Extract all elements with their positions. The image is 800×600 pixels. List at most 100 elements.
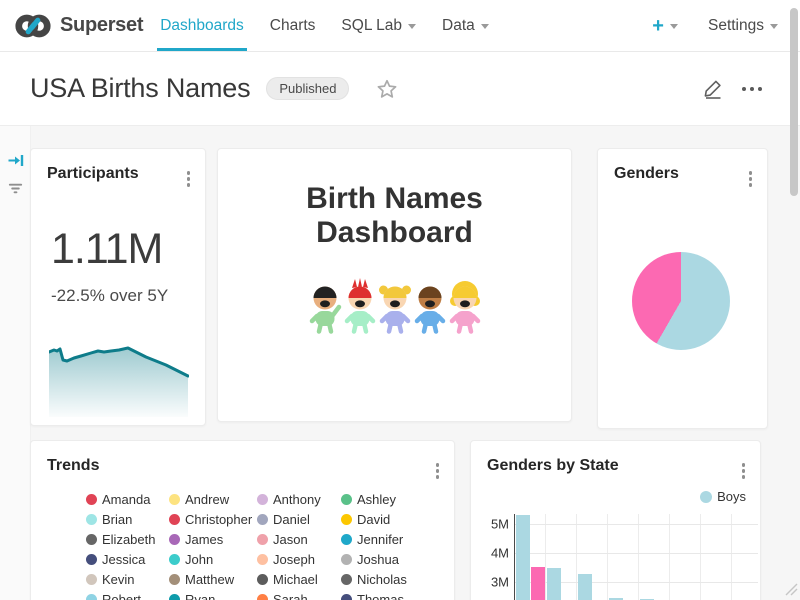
resize-handle-icon[interactable] [785, 583, 798, 596]
chevron-down-icon [408, 24, 416, 29]
chart-title: Trends [47, 457, 99, 475]
gridline [638, 514, 639, 600]
legend-item-thomas[interactable]: Thomas [341, 589, 407, 600]
legend-item-jennifer[interactable]: Jennifer [341, 529, 407, 549]
kebab-menu-icon[interactable] [434, 461, 442, 481]
nav-item-data[interactable]: Data [429, 0, 502, 51]
expand-filter-bar-icon[interactable] [7, 152, 24, 169]
kebab-menu-icon[interactable] [185, 169, 193, 189]
legend-item-joseph[interactable]: Joseph [257, 549, 341, 569]
bar-boys[interactable] [547, 568, 561, 600]
top-navbar: Superset DashboardsChartsSQL LabData + S… [0, 0, 800, 52]
legend-label: Christopher [185, 512, 252, 527]
legend-dot [169, 574, 180, 585]
legend-item-daniel[interactable]: Daniel [257, 509, 341, 529]
legend-label: Kevin [102, 572, 135, 587]
legend-dot [86, 494, 97, 505]
legend-item-david[interactable]: David [341, 509, 407, 529]
new-item-menu[interactable]: + [652, 16, 678, 36]
legend-label: James [185, 532, 223, 547]
legend-item-elizabeth[interactable]: Elizabeth [86, 529, 169, 549]
legend-item-andrew[interactable]: Andrew [169, 489, 257, 509]
legend-item-matthew[interactable]: Matthew [169, 569, 257, 589]
chevron-down-icon [770, 24, 778, 29]
superset-logo[interactable]: Superset [14, 0, 143, 51]
chart-title: Genders [614, 165, 679, 183]
kid-figure [379, 286, 411, 332]
published-badge[interactable]: Published [266, 77, 349, 100]
legend-dot [257, 554, 268, 565]
legend-item-john[interactable]: John [169, 549, 257, 569]
legend-label: Jessica [102, 552, 145, 567]
scrollbar-thumb[interactable] [790, 8, 798, 196]
legend-label: Brian [102, 512, 132, 527]
chevron-down-icon [670, 24, 678, 29]
legend-item-brian[interactable]: Brian [86, 509, 169, 529]
main-nav: DashboardsChartsSQL LabData [147, 0, 502, 51]
legend-dot [257, 534, 268, 545]
bar-girls[interactable] [531, 567, 545, 600]
legend-label: Joseph [273, 552, 315, 567]
kids-illustration [218, 278, 571, 335]
legend-dot [341, 514, 352, 525]
legend-label: David [357, 512, 390, 527]
plus-icon: + [652, 16, 664, 36]
y-axis-line [514, 514, 515, 600]
favorite-star-icon[interactable] [377, 79, 397, 99]
legend-dot [257, 494, 268, 505]
kid-figure [347, 278, 373, 332]
legend-item-sarah[interactable]: Sarah [257, 589, 341, 600]
legend-label: Ashley [357, 492, 396, 507]
filter-icon[interactable] [7, 180, 24, 197]
legend-label: Matthew [185, 572, 234, 587]
more-actions-icon[interactable] [742, 87, 762, 91]
y-axis-tick: 3M [473, 575, 509, 590]
bar-boys[interactable] [516, 515, 530, 600]
big-number-delta: -22.5% over 5Y [51, 286, 168, 306]
edit-icon[interactable] [703, 78, 724, 99]
kid-figure [312, 287, 339, 332]
legend-dot [257, 574, 268, 585]
legend-item-james[interactable]: James [169, 529, 257, 549]
gridline [669, 514, 670, 600]
legend-item-robert[interactable]: Robert [86, 589, 169, 600]
nav-item-dashboards[interactable]: Dashboards [147, 0, 257, 51]
big-number-value: 1.11M [51, 225, 162, 274]
genders-pie-chart[interactable] [632, 252, 730, 350]
legend-dot [341, 554, 352, 565]
superset-dashboard-page: Superset DashboardsChartsSQL LabData + S… [0, 0, 800, 600]
nav-item-sql-lab[interactable]: SQL Lab [328, 0, 429, 51]
legend-item-michael[interactable]: Michael [257, 569, 341, 589]
legend-item-jessica[interactable]: Jessica [86, 549, 169, 569]
kid-figure [450, 281, 480, 332]
genders-card: Genders [597, 148, 768, 429]
chart-title: Participants [47, 165, 139, 183]
legend-item-ashley[interactable]: Ashley [341, 489, 407, 509]
legend-item-kevin[interactable]: Kevin [86, 569, 169, 589]
legend-item-nicholas[interactable]: Nicholas [341, 569, 407, 589]
bar-boys[interactable] [578, 574, 592, 600]
legend-item-ryan[interactable]: Ryan [169, 589, 257, 600]
legend-item-christopher[interactable]: Christopher [169, 509, 257, 529]
legend-item-jason[interactable]: Jason [257, 529, 341, 549]
bar-chart-plot[interactable]: 5M4M3M [471, 441, 760, 600]
legend-dot [341, 574, 352, 585]
legend-dot [169, 554, 180, 565]
kebab-menu-icon[interactable] [747, 169, 755, 189]
legend-label: Andrew [185, 492, 229, 507]
legend-item-joshua[interactable]: Joshua [341, 549, 407, 569]
legend-label: Michael [273, 572, 318, 587]
legend-label: Thomas [357, 592, 404, 600]
legend-item-anthony[interactable]: Anthony [257, 489, 341, 509]
gridline [576, 514, 577, 600]
gridline [607, 514, 608, 600]
legend-dot [86, 514, 97, 525]
gridline [514, 524, 758, 525]
legend-item-amanda[interactable]: Amanda [86, 489, 169, 509]
legend-dot [169, 594, 180, 600]
nav-item-charts[interactable]: Charts [257, 0, 329, 51]
legend-label: Anthony [273, 492, 321, 507]
nav-right-group: + Settings [652, 16, 800, 36]
trendline-area-chart [49, 339, 189, 417]
settings-menu[interactable]: Settings [708, 17, 778, 35]
